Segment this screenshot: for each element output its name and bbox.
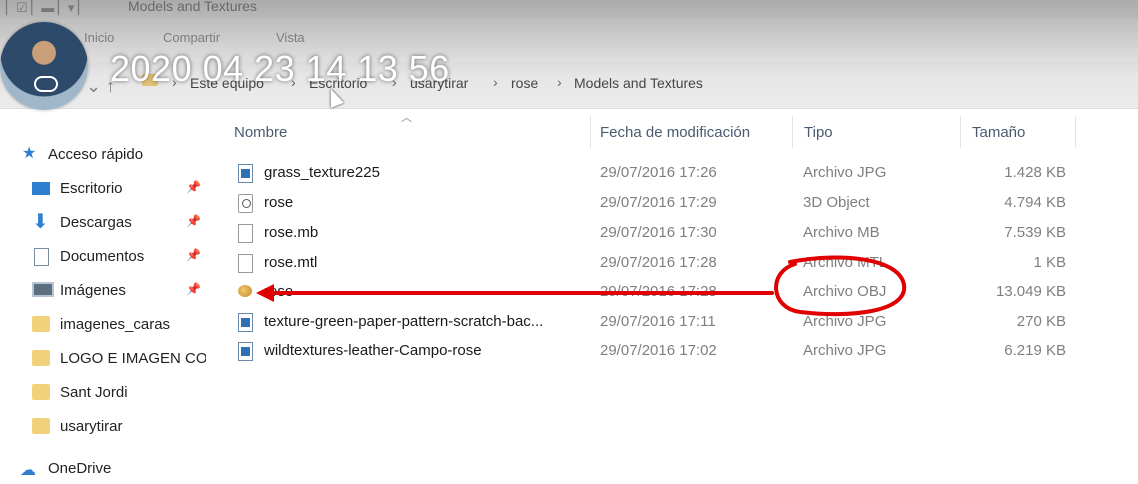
column-header-type[interactable]: Tipo (804, 124, 833, 141)
onedrive-icon: ☁ (20, 462, 36, 479)
file-date: 29/07/2016 17:30 (600, 224, 717, 241)
folder-icon (32, 384, 50, 400)
breadcrumb-rose[interactable]: rose (511, 75, 538, 91)
sidebar-item-acceso-rapido[interactable]: ★ Acceso rápido (0, 140, 210, 170)
pictures-icon (32, 282, 54, 297)
file-row[interactable]: rose 29/07/2016 17:28 Archivo OBJ 13.049… (230, 278, 1080, 308)
file-type: 3D Object (803, 194, 870, 211)
sidebar-item-escritorio[interactable]: Escritorio 📌 (0, 174, 210, 204)
sidebar-item-usarytirar[interactable]: usarytirar (0, 412, 210, 442)
3d-object-icon (238, 194, 253, 213)
sort-ascending-icon: ︿ (401, 112, 412, 124)
file-size: 7.539 KB (1004, 224, 1066, 241)
pin-icon[interactable]: 📌 (186, 282, 201, 296)
tab-compartir[interactable]: Compartir (163, 30, 220, 45)
file-size: 13.049 KB (995, 283, 1066, 300)
quick-access-toolbar[interactable]: ▏☑ ▏▬ ▏▾ ▏ (6, 0, 88, 16)
file-size: 270 KB (1016, 313, 1066, 330)
file-size: 6.219 KB (1004, 342, 1066, 359)
download-icon: ⬇ (32, 211, 49, 233)
file-row[interactable]: rose.mb 29/07/2016 17:30 Archivo MB 7.53… (230, 219, 1080, 249)
file-type: Archivo MTL (803, 254, 888, 271)
file-name: rose (264, 283, 294, 300)
file-name: rose.mtl (264, 254, 318, 271)
column-divider[interactable] (960, 116, 961, 148)
pin-icon[interactable]: 📌 (186, 248, 201, 262)
file-size: 1.428 KB (1004, 164, 1066, 181)
sidebar-item-imagenes[interactable]: Imágenes 📌 (0, 276, 210, 306)
sidebar-item-label: Escritorio (60, 180, 123, 197)
jpg-file-icon (238, 313, 253, 332)
breadcrumb-models-and-textures[interactable]: Models and Textures (574, 75, 703, 91)
sidebar-item-label: OneDrive (48, 460, 112, 477)
title-bar: ▏☑ ▏▬ ▏▾ ▏ Models and Textures (0, 0, 1138, 18)
sidebar-item-label: Documentos (60, 248, 145, 265)
file-type: Archivo JPG (803, 342, 887, 359)
file-row[interactable]: rose 29/07/2016 17:29 3D Object 4.794 KB (230, 189, 1080, 219)
file-name: rose.mb (264, 224, 319, 241)
file-date: 29/07/2016 17:02 (600, 342, 717, 359)
jpg-file-icon (238, 342, 253, 361)
file-date: 29/07/2016 17:29 (600, 194, 717, 211)
pin-icon[interactable]: 📌 (186, 214, 201, 228)
file-date: 29/07/2016 17:28 (600, 283, 717, 300)
webcam-avatar (0, 22, 88, 110)
sidebar-item-imagenes-caras[interactable]: imagenes_caras (0, 310, 210, 340)
file-name: rose (264, 194, 294, 211)
sidebar-item-label: Acceso rápido (48, 146, 144, 163)
sidebar-item-documentos[interactable]: Documentos 📌 (0, 242, 210, 272)
obj-file-icon (238, 283, 253, 302)
file-date: 29/07/2016 17:28 (600, 254, 717, 271)
file-type: Archivo JPG (803, 164, 887, 181)
file-date: 29/07/2016 17:26 (600, 164, 717, 181)
column-header-date[interactable]: Fecha de modificación (600, 124, 750, 141)
sidebar-item-label: LOGO E IMAGEN CO (60, 350, 206, 367)
file-size: 1 KB (1033, 254, 1066, 271)
window-title: Models and Textures (128, 0, 257, 14)
file-name: texture-green-paper-pattern-scratch-bac.… (264, 313, 544, 330)
file-date: 29/07/2016 17:11 (600, 313, 716, 330)
sidebar-item-label: usarytirar (60, 418, 123, 435)
column-header-size[interactable]: Tamaño (972, 124, 1025, 141)
file-row[interactable]: grass_texture225 29/07/2016 17:26 Archiv… (230, 159, 1080, 189)
chevron-right-icon[interactable]: › (493, 74, 498, 90)
file-size: 4.794 KB (1004, 194, 1066, 211)
chevron-right-icon[interactable]: › (557, 74, 562, 90)
star-icon: ★ (22, 145, 37, 162)
file-type: Archivo OBJ (803, 283, 887, 300)
column-header-name[interactable]: Nombre (234, 124, 287, 141)
sidebar-item-logo-e-imagen[interactable]: LOGO E IMAGEN CO (0, 344, 210, 374)
file-row[interactable]: rose.mtl 29/07/2016 17:28 Archivo MTL 1 … (230, 249, 1080, 279)
sidebar-item-label: Imágenes (60, 282, 126, 299)
documents-icon (34, 248, 49, 266)
tab-inicio[interactable]: Inicio (84, 30, 114, 45)
navigation-pane: ★ Acceso rápido Escritorio 📌 ⬇ Descargas… (0, 140, 210, 480)
sidebar-item-label: imagenes_caras (60, 316, 171, 333)
recent-locations-icon[interactable]: ⌄ (86, 76, 101, 97)
generic-file-icon (238, 254, 253, 273)
column-divider[interactable] (792, 116, 793, 148)
generic-file-icon (238, 224, 253, 243)
sidebar-item-label: Sant Jordi (60, 384, 128, 401)
column-divider[interactable] (590, 116, 591, 148)
folder-icon (32, 350, 50, 366)
pin-icon[interactable]: 📌 (186, 180, 201, 194)
tab-vista[interactable]: Vista (276, 30, 305, 45)
file-row[interactable]: wildtextures-leather-Campo-rose 29/07/20… (230, 337, 1080, 367)
column-divider[interactable] (1075, 116, 1076, 148)
folder-icon (32, 316, 50, 332)
file-name: grass_texture225 (264, 164, 380, 181)
folder-icon (32, 418, 50, 434)
file-type: Archivo JPG (803, 313, 887, 330)
recording-timestamp: 2020 04 23 14 13 56 (110, 48, 450, 89)
sidebar-item-sant-jordi[interactable]: Sant Jordi (0, 378, 210, 408)
sidebar-item-onedrive[interactable]: ☁ OneDrive (0, 454, 210, 484)
sidebar-item-label: Descargas (60, 214, 132, 231)
file-row[interactable]: texture-green-paper-pattern-scratch-bac.… (230, 308, 1080, 338)
desktop-icon (32, 182, 50, 195)
jpg-file-icon (238, 164, 253, 183)
sidebar-item-descargas[interactable]: ⬇ Descargas 📌 (0, 208, 210, 238)
file-name: wildtextures-leather-Campo-rose (264, 342, 482, 359)
file-type: Archivo MB (803, 224, 880, 241)
